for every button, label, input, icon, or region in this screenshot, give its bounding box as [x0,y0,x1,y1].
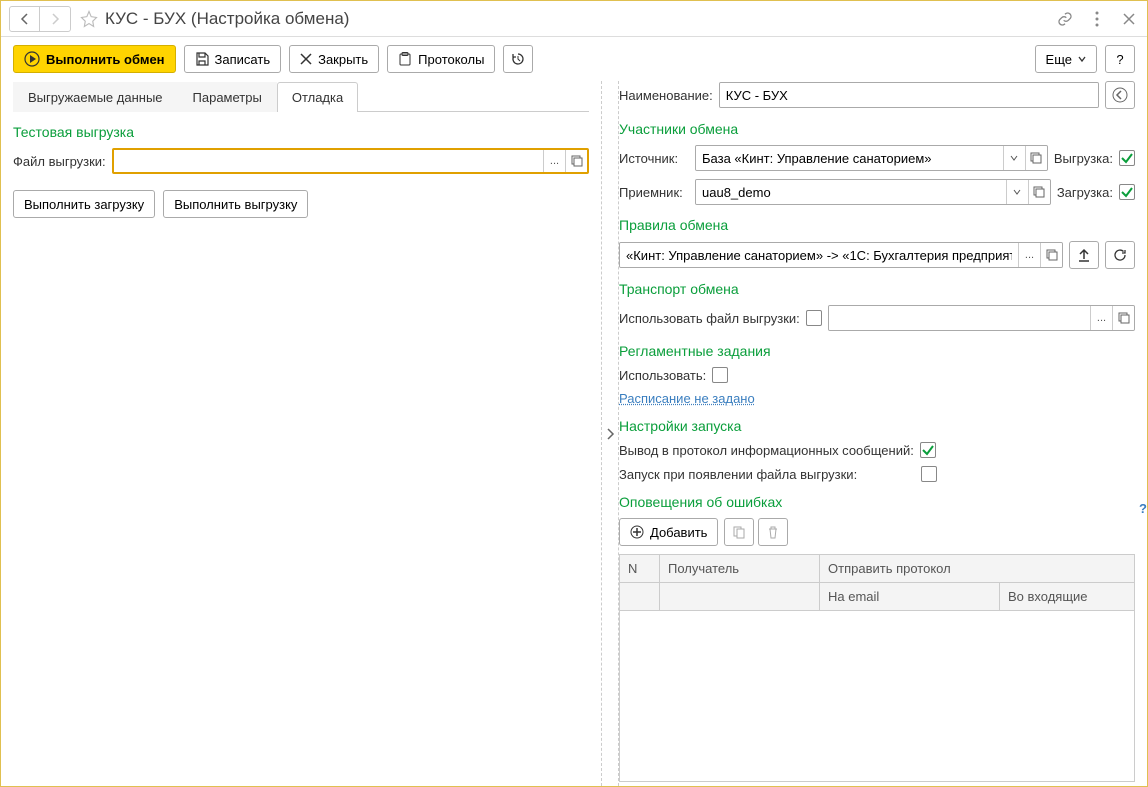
right-pane: Наименование: Участники обмена Источник:… [619,81,1147,786]
chevron-down-icon [1078,55,1086,63]
more-button[interactable]: Еще [1035,45,1097,73]
transport-file-input[interactable] [829,306,1090,330]
history-icon [510,51,526,67]
tab-debug[interactable]: Отладка [277,82,358,112]
refresh-rules-button[interactable] [1105,241,1135,269]
favorite-star-icon[interactable] [79,9,99,29]
close-window-button[interactable] [1119,9,1139,29]
export-file-label: Файл выгрузки: [13,154,106,169]
nav-forward-button[interactable] [40,7,70,31]
add-recipient-button[interactable]: Добавить [619,518,718,546]
section-test-export: Тестовая выгрузка [13,124,589,140]
load-checkbox[interactable] [1119,184,1135,200]
select-button[interactable]: ... [543,150,565,172]
window-title: КУС - БУХ (Настройка обмена) [105,9,1055,29]
refresh-icon [1113,248,1127,262]
use-scheduled-checkbox[interactable] [712,367,728,383]
nav-back-button[interactable] [10,7,40,31]
copy-row-button[interactable] [724,518,754,546]
upload-rules-button[interactable] [1069,241,1099,269]
clipboard-icon [398,52,412,66]
copy-icon [732,525,746,539]
protocols-button[interactable]: Протоколы [387,45,495,73]
export-file-input[interactable] [114,150,543,172]
plus-circle-icon [630,525,644,539]
close-button[interactable]: Закрыть [289,45,379,73]
section-scheduled: Регламентные задания [619,343,1135,359]
link-icon[interactable] [1055,9,1075,29]
nav-buttons [9,6,71,32]
proto-out-label: Вывод в протокол информационных сообщени… [619,443,914,458]
col-n[interactable]: N [620,555,660,583]
splitter[interactable] [601,81,619,786]
trash-icon [766,525,780,539]
col-inbox[interactable]: Во входящие [1000,583,1134,611]
delete-row-button[interactable] [758,518,788,546]
back-round-button[interactable] [1105,81,1135,109]
export-file-input-wrap: ... [112,148,589,174]
play-icon [24,51,40,67]
rules-select[interactable]: ... [1018,243,1040,267]
open-button[interactable] [565,150,587,172]
run-export-button[interactable]: Выполнить выгрузку [163,190,308,218]
titlebar: КУС - БУХ (Настройка обмена) [1,1,1147,37]
launch-on-file-label: Запуск при появлении файла выгрузки: [619,467,915,482]
close-icon [300,53,312,65]
toolbar: Выполнить обмен Записать Закрыть Протоко… [1,37,1147,81]
use-file-label: Использовать файл выгрузки: [619,311,800,326]
upload-icon [1077,248,1091,262]
tab-exported-data[interactable]: Выгружаемые данные [13,82,178,112]
save-button[interactable]: Записать [184,45,282,73]
source-dropdown[interactable] [1003,146,1025,170]
dest-input[interactable] [696,180,1006,204]
col-recipient[interactable]: Получатель [660,555,820,583]
source-input[interactable] [696,146,1003,170]
history-button[interactable] [503,45,533,73]
col-send-protocol[interactable]: Отправить протокол [820,555,1134,583]
recipients-table: N Получатель Отправить протокол На email… [619,554,1135,782]
help-hint-icon[interactable]: ? [1139,501,1147,516]
use-file-checkbox[interactable] [806,310,822,326]
section-participants: Участники обмена [619,121,1135,137]
run-exchange-button[interactable]: Выполнить обмен [13,45,176,73]
section-rules: Правила обмена [619,217,1135,233]
launch-on-file-checkbox[interactable] [921,466,937,482]
rules-open[interactable] [1040,243,1062,267]
use-scheduled-label: Использовать: [619,368,706,383]
section-transport: Транспорт обмена [619,281,1135,297]
tabs: Выгружаемые данные Параметры Отладка [13,81,589,112]
col-email[interactable]: На email [820,583,1000,611]
table-body[interactable] [620,611,1134,781]
help-button[interactable]: ? [1105,45,1135,73]
name-label: Наименование: [619,88,713,103]
tab-parameters[interactable]: Параметры [178,82,277,112]
name-input[interactable] [720,83,1098,107]
left-pane: Выгружаемые данные Параметры Отладка Тес… [1,81,601,786]
dest-dropdown[interactable] [1006,180,1028,204]
export-checkbox[interactable] [1119,150,1135,166]
dest-open[interactable] [1028,180,1050,204]
transport-select[interactable]: ... [1090,306,1112,330]
load-check-label: Загрузка: [1057,185,1113,200]
kebab-menu-icon[interactable] [1087,9,1107,29]
chevron-right-icon [605,427,615,441]
schedule-link[interactable]: Расписание не задано [619,391,755,406]
export-check-label: Выгрузка: [1054,151,1113,166]
save-icon [195,52,209,66]
source-label: Источник: [619,151,689,166]
dest-label: Приемник: [619,185,689,200]
proto-out-checkbox[interactable] [920,442,936,458]
rules-input[interactable] [620,243,1018,267]
run-load-button[interactable]: Выполнить загрузку [13,190,155,218]
section-errors: Оповещения об ошибках [619,494,1135,510]
transport-open[interactable] [1112,306,1134,330]
source-open[interactable] [1025,146,1047,170]
section-launch: Настройки запуска [619,418,1135,434]
